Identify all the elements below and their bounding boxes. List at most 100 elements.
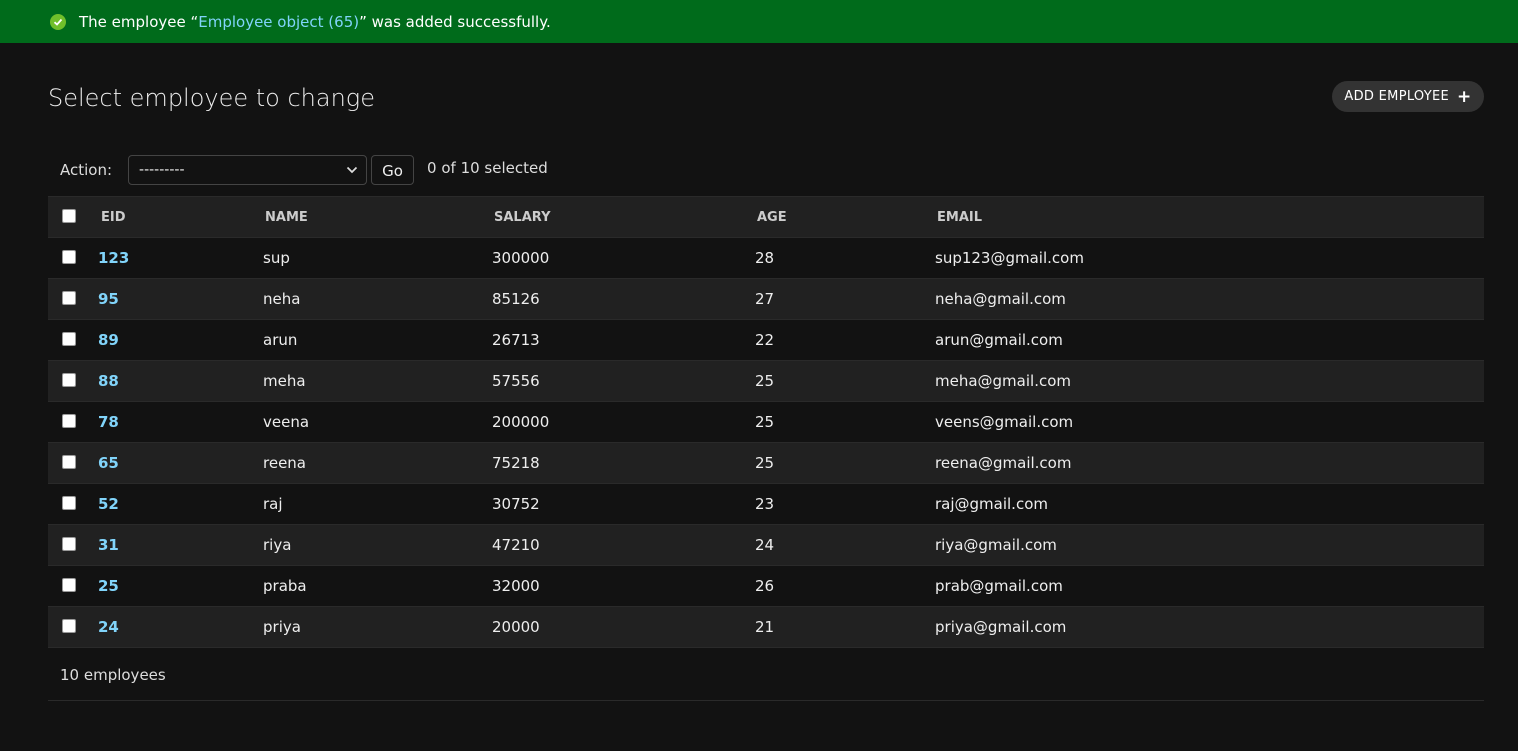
- checkmark-icon: [50, 13, 66, 30]
- column-header-salary[interactable]: SALARY: [492, 196, 755, 238]
- eid-cell: 88: [98, 360, 263, 402]
- eid-cell: 78: [98, 401, 263, 443]
- email-cell: riya@gmail.com: [935, 524, 1484, 566]
- table-row: 123 sup 300000 28 sup123@gmail.com: [48, 237, 1484, 279]
- email-cell: meha@gmail.com: [935, 360, 1484, 402]
- email-cell: reena@gmail.com: [935, 442, 1484, 484]
- row-checkbox-cell: [48, 524, 98, 566]
- action-label: Action:: [60, 161, 113, 179]
- salary-cell: 30752: [492, 483, 755, 525]
- email-cell: neha@gmail.com: [935, 278, 1484, 320]
- email-cell: arun@gmail.com: [935, 319, 1484, 361]
- action-select[interactable]: ---------: [128, 155, 368, 185]
- eid-cell: 52: [98, 483, 263, 525]
- age-cell: 26: [755, 565, 935, 607]
- eid-link[interactable]: 88: [98, 372, 119, 390]
- eid-link[interactable]: 65: [98, 454, 119, 472]
- eid-link[interactable]: 95: [98, 290, 119, 308]
- row-checkbox[interactable]: [62, 537, 76, 551]
- salary-cell: 85126: [492, 278, 755, 320]
- add-employee-label: ADD EMPLOYEE: [1344, 89, 1450, 104]
- page-title: Select employee to change: [48, 84, 375, 112]
- chevron-down-icon: [346, 162, 358, 178]
- row-checkbox-cell: [48, 360, 98, 402]
- name-cell: neha: [263, 278, 492, 320]
- result-count: 10 employees: [48, 649, 1484, 701]
- eid-cell: 31: [98, 524, 263, 566]
- column-header-eid[interactable]: EID: [98, 196, 263, 238]
- name-cell: meha: [263, 360, 492, 402]
- name-cell: praba: [263, 565, 492, 607]
- eid-cell: 65: [98, 442, 263, 484]
- message-prefix: The employee “: [79, 12, 199, 31]
- row-checkbox-cell: [48, 237, 98, 279]
- eid-cell: 95: [98, 278, 263, 320]
- employee-table: EID NAME SALARY AGE EMAIL 123 sup 300000…: [48, 196, 1484, 648]
- eid-cell: 25: [98, 565, 263, 607]
- email-cell: veens@gmail.com: [935, 401, 1484, 443]
- row-checkbox[interactable]: [62, 578, 76, 592]
- eid-link[interactable]: 52: [98, 495, 119, 513]
- name-cell: raj: [263, 483, 492, 525]
- row-checkbox[interactable]: [62, 414, 76, 428]
- table-row: 95 neha 85126 27 neha@gmail.com: [48, 278, 1484, 320]
- table-row: 31 riya 47210 24 riya@gmail.com: [48, 524, 1484, 566]
- message-suffix: ” was added successfully.: [359, 12, 551, 31]
- column-header-email[interactable]: EMAIL: [935, 196, 1484, 238]
- row-checkbox-cell: [48, 606, 98, 648]
- select-all-cell: [48, 196, 98, 238]
- eid-link[interactable]: 78: [98, 413, 119, 431]
- row-checkbox[interactable]: [62, 496, 76, 510]
- salary-cell: 47210: [492, 524, 755, 566]
- table-row: 24 priya 20000 21 priya@gmail.com: [48, 606, 1484, 648]
- add-employee-button[interactable]: ADD EMPLOYEE +: [1332, 81, 1484, 112]
- eid-cell: 123: [98, 237, 263, 279]
- plus-icon: +: [1457, 86, 1472, 107]
- email-cell: sup123@gmail.com: [935, 237, 1484, 279]
- column-header-age[interactable]: AGE: [755, 196, 935, 238]
- age-cell: 28: [755, 237, 935, 279]
- success-message: The employee “Employee object (65)” was …: [0, 0, 1518, 43]
- eid-cell: 24: [98, 606, 263, 648]
- name-cell: riya: [263, 524, 492, 566]
- go-button[interactable]: Go: [371, 155, 415, 185]
- table-row: 65 reena 75218 25 reena@gmail.com: [48, 442, 1484, 484]
- selection-counter: 0 of 10 selected: [427, 159, 548, 177]
- row-checkbox[interactable]: [62, 455, 76, 469]
- name-cell: priya: [263, 606, 492, 648]
- name-cell: veena: [263, 401, 492, 443]
- eid-link[interactable]: 31: [98, 536, 119, 554]
- added-employee-link[interactable]: Employee object (65): [198, 13, 359, 31]
- table-row: 78 veena 200000 25 veens@gmail.com: [48, 401, 1484, 443]
- eid-link[interactable]: 123: [98, 249, 129, 267]
- table-row: 89 arun 26713 22 arun@gmail.com: [48, 319, 1484, 361]
- row-checkbox[interactable]: [62, 619, 76, 633]
- row-checkbox-cell: [48, 442, 98, 484]
- email-cell: prab@gmail.com: [935, 565, 1484, 607]
- select-all-checkbox[interactable]: [62, 208, 76, 223]
- row-checkbox-cell: [48, 565, 98, 607]
- row-checkbox-cell: [48, 483, 98, 525]
- table-row: 88 meha 57556 25 meha@gmail.com: [48, 360, 1484, 402]
- email-cell: priya@gmail.com: [935, 606, 1484, 648]
- column-header-name[interactable]: NAME: [263, 196, 492, 238]
- row-checkbox[interactable]: [62, 332, 76, 346]
- name-cell: arun: [263, 319, 492, 361]
- row-checkbox[interactable]: [62, 373, 76, 387]
- age-cell: 25: [755, 442, 935, 484]
- eid-cell: 89: [98, 319, 263, 361]
- eid-link[interactable]: 25: [98, 577, 119, 595]
- row-checkbox-cell: [48, 278, 98, 320]
- action-select-value: ---------: [139, 162, 185, 178]
- row-checkbox[interactable]: [62, 250, 76, 264]
- age-cell: 25: [755, 360, 935, 402]
- salary-cell: 57556: [492, 360, 755, 402]
- row-checkbox[interactable]: [62, 291, 76, 305]
- age-cell: 25: [755, 401, 935, 443]
- salary-cell: 200000: [492, 401, 755, 443]
- age-cell: 21: [755, 606, 935, 648]
- salary-cell: 26713: [492, 319, 755, 361]
- eid-link[interactable]: 89: [98, 331, 119, 349]
- eid-link[interactable]: 24: [98, 618, 119, 636]
- actions-bar: Action: --------- Go 0 of 10 selected: [48, 144, 1484, 196]
